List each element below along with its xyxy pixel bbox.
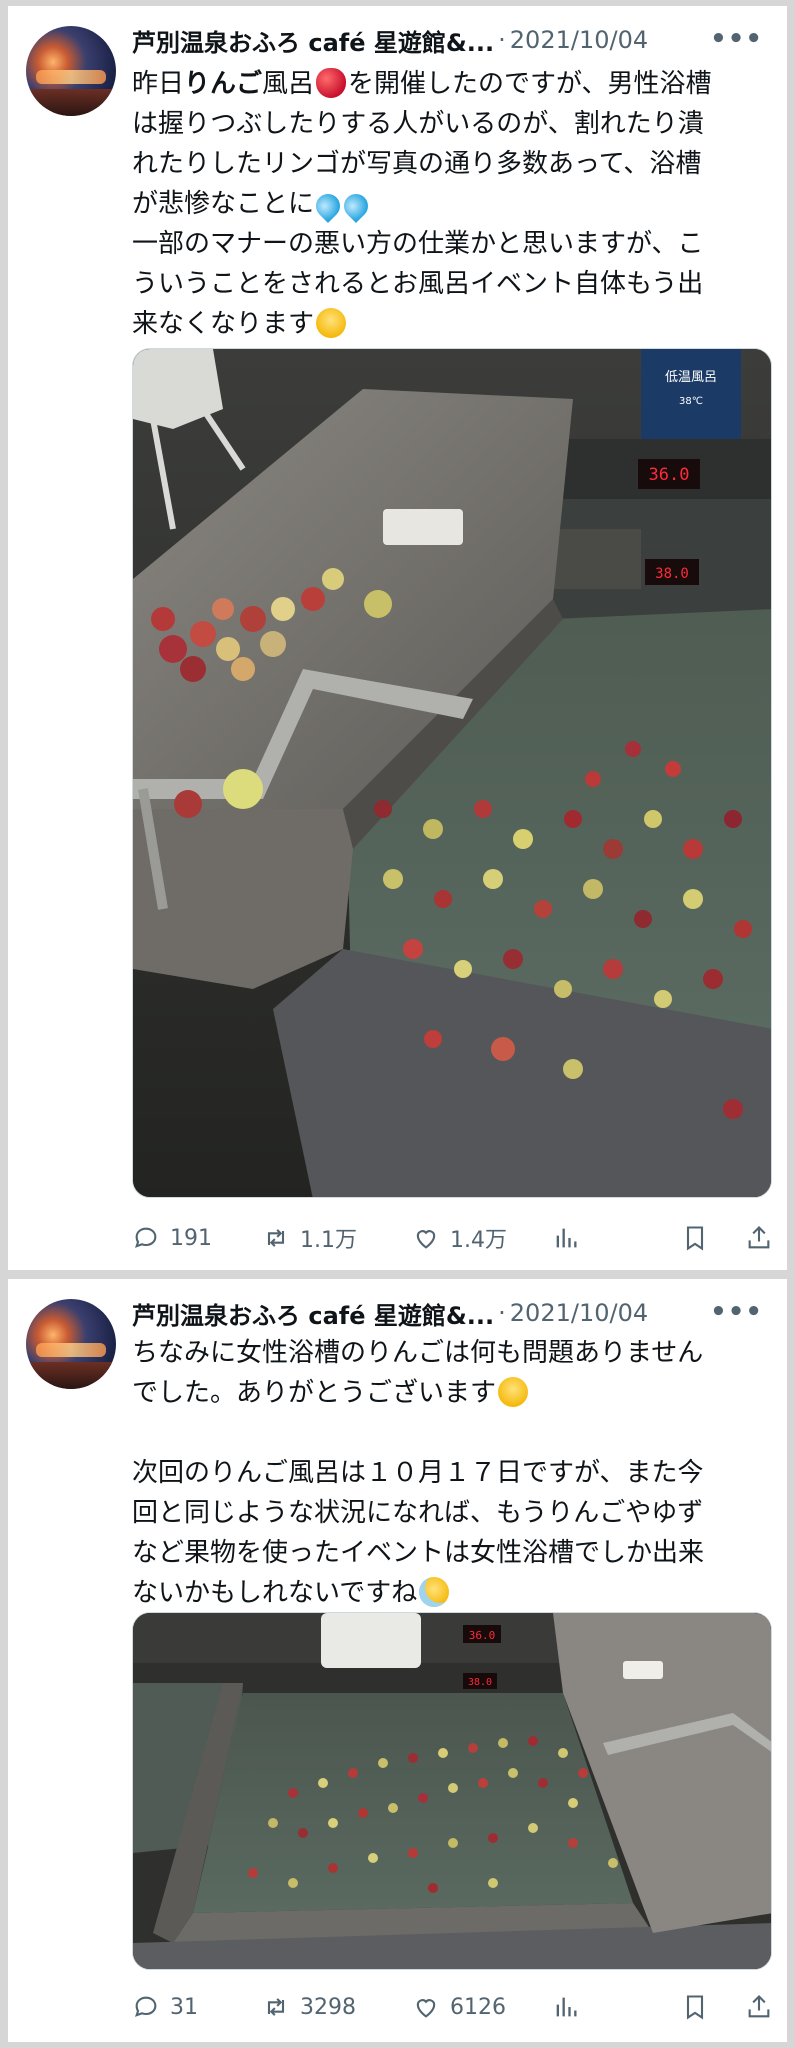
avatar-ground [26,89,116,116]
bath-photo-illustration: 低温風呂 38℃ 36.0 38.0 [133,349,771,1197]
text-line: ういうことをされるとお風呂イベント自体もう出 [132,269,704,299]
avatar-glow [36,70,106,84]
separator: · [498,26,506,54]
smiling-face-icon [498,1377,529,1407]
bookmark-button[interactable] [681,1224,709,1252]
temp-display: 38.0 [468,1677,492,1688]
repost-button[interactable]: 3298 [262,1993,412,2021]
post-card[interactable]: 芦別温泉おふろ café 星遊館&... · 2021/10/04 ••• 昨日… [8,6,787,1270]
anxious-sweat-face-icon [419,1577,450,1607]
views-button[interactable] [552,1993,652,2021]
text-line: など果物を使ったイベントは女性浴槽でしか出来 [132,1538,705,1568]
share-button[interactable] [745,1993,773,2021]
post-header: 芦別温泉おふろ café 星遊館&... · 2021/10/04 ••• [132,20,777,60]
avatar-ground [26,1362,116,1389]
sweat-droplets-icon [311,189,345,223]
temp-display: 36.0 [469,1629,496,1642]
post-text: ちなみに女性浴槽のりんごは何も問題ありません でした。ありがとうございます 次回… [132,1333,772,1613]
like-count: 6126 [450,1994,506,2020]
author-name[interactable]: 芦別温泉おふろ café 星遊館&... [132,23,494,58]
text-line: ちなみに女性浴槽のりんごは何も問題ありません [132,1338,704,1368]
apple-emoji-icon [316,68,347,98]
bookmark-button[interactable] [681,1993,709,2021]
bookmark-icon [686,1995,704,2020]
reply-count: 191 [170,1225,212,1251]
sweat-droplets-icon [339,189,373,223]
reply-button[interactable]: 31 [132,1993,262,2021]
reply-icon [135,1227,157,1248]
more-options-icon[interactable]: ••• [710,24,763,54]
text-line: 一部のマナーの悪い方の仕業かと思いますが、こ [132,229,704,259]
repost-count: 3298 [300,1994,356,2020]
text-line: ないかもしれないですね [132,1573,772,1613]
text-segment: 来なくなります [132,309,315,339]
author-name[interactable]: 芦別温泉おふろ café 星遊館&... [132,1296,494,1331]
temp-display: 38.0 [655,566,689,582]
sign-title: 低温風呂 [665,370,717,385]
text-segment: 風呂 [262,69,315,99]
text-line: れたりしたリンゴが写真の通り多数あって、浴槽 [132,149,702,179]
bath-photo-illustration: 36.0 38.0 [133,1613,771,1969]
avatar-glow [36,1343,106,1357]
text-line: 昨日りんご風呂 を開催したのですが、男性浴槽 [132,64,772,104]
text-line: 次回のりんご風呂は１０月１７日ですが、また今 [132,1458,704,1488]
like-button[interactable]: 6126 [412,1993,552,2021]
like-icon [416,1230,436,1249]
repost-button[interactable]: 1.1万 [262,1222,412,1254]
post-photo[interactable]: 36.0 38.0 [132,1612,772,1970]
repost-icon [267,1229,285,1247]
post-text: 昨日りんご風呂 を開催したのですが、男性浴槽 は握りつぶしたりする人がいるのが、割… [132,64,772,344]
more-options-icon[interactable]: ••• [710,1297,763,1327]
views-icon [556,1997,577,2017]
text-segment: 昨日 [132,69,185,99]
separator: · [498,1299,506,1327]
post-photo[interactable]: 低温風呂 38℃ 36.0 38.0 [132,348,772,1198]
post-card[interactable]: 芦別温泉おふろ café 星遊館&... · 2021/10/04 ••• ちな… [8,1279,787,2042]
share-icon [748,1226,770,1249]
sign [641,349,741,439]
action-bar: 191 1.1万 1.4万 [132,1218,773,1258]
text-line: は握りつぶしたりする人がいるのが、割れたり潰 [132,109,704,139]
reply-icon [135,1996,157,2017]
text-line: でした。ありがとうございます [132,1373,772,1413]
text-line: が悲惨なことに [132,184,772,224]
action-bar: 31 3298 6126 [132,1987,773,2027]
sign-temp: 38℃ [679,396,703,407]
share-icon [748,1995,770,2018]
post-date[interactable]: 2021/10/04 [510,1299,648,1327]
bookmark-icon [686,1226,704,1251]
pleading-face-icon [316,308,347,338]
post-header: 芦別温泉おふろ café 星遊館&... · 2021/10/04 ••• [132,1293,777,1333]
like-button[interactable]: 1.4万 [412,1222,552,1254]
repost-count: 1.1万 [300,1228,357,1253]
text-segment: を開催したのですが、男性浴槽 [348,69,712,99]
views-icon [556,1228,577,1248]
reply-count: 31 [170,1994,198,2020]
repost-icon [267,1998,285,2016]
avatar[interactable] [26,1299,116,1389]
views-button[interactable] [552,1224,652,1252]
text-segment-bold: りんご [184,69,263,99]
text-segment: でした。ありがとうございます [132,1378,497,1408]
temp-display: 36.0 [649,465,690,485]
avatar[interactable] [26,26,116,116]
share-button[interactable] [745,1224,773,1252]
text-segment: ないかもしれないですね [132,1578,418,1608]
text-segment: が悲惨なことに [132,189,315,219]
reply-button[interactable]: 191 [132,1224,262,1252]
text-line: 来なくなります [132,304,772,344]
text-line: 回と同じような状況になれば、もうりんごやゆず [132,1498,704,1528]
like-count: 1.4万 [450,1228,507,1253]
like-icon [416,1999,436,2018]
post-date[interactable]: 2021/10/04 [510,26,648,54]
